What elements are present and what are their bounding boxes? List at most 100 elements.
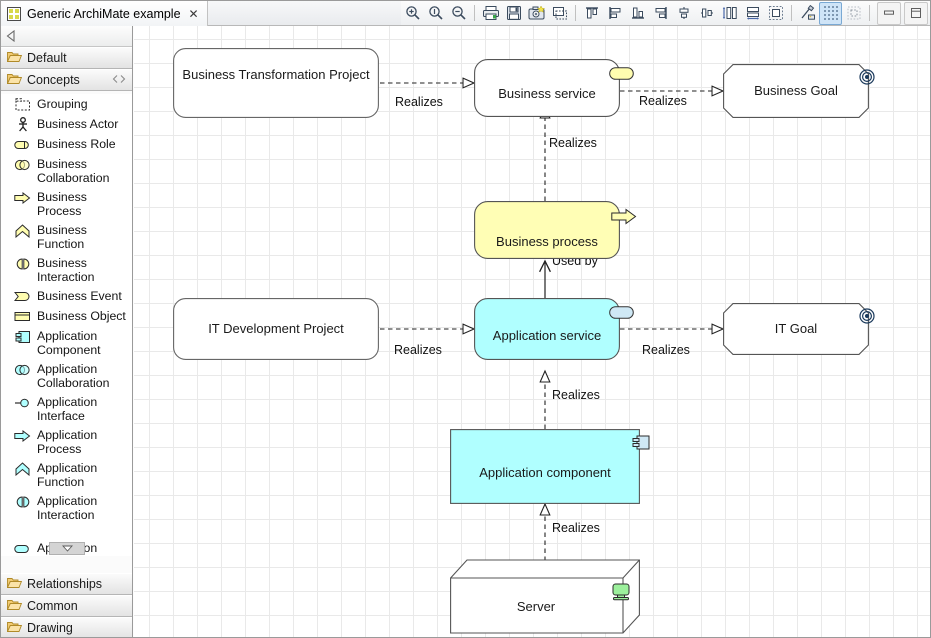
format-painter-icon[interactable] bbox=[796, 2, 819, 25]
collapse-icon[interactable] bbox=[112, 73, 126, 87]
zoom-normal-icon[interactable] bbox=[424, 2, 447, 25]
minimize-button[interactable] bbox=[877, 1, 901, 25]
fill-color-icon[interactable] bbox=[548, 2, 571, 25]
editor-tab-label: Generic ArchiMate example bbox=[27, 6, 181, 21]
node-label: Business Goal bbox=[754, 83, 838, 98]
match-width-icon[interactable] bbox=[741, 2, 764, 25]
edge-label-realizes-2: Realizes bbox=[639, 94, 687, 108]
node-label: IT Goal bbox=[774, 321, 818, 336]
sidebar-item-application-component[interactable]: Application Component bbox=[1, 326, 132, 359]
sidebar-item-label: Application Component bbox=[37, 329, 101, 357]
palette-section-common[interactable]: Common bbox=[1, 595, 132, 617]
grouping-icon bbox=[14, 97, 31, 112]
node-application-component[interactable]: Application component bbox=[450, 429, 650, 504]
node-label: Application service bbox=[492, 328, 602, 343]
business-object-icon bbox=[14, 309, 31, 324]
toolbar-separator bbox=[575, 5, 576, 21]
toolbar-separator bbox=[869, 5, 870, 21]
node-business-service[interactable]: Business service bbox=[474, 59, 634, 117]
sidebar-item-label: Business Collaboration bbox=[37, 157, 110, 185]
sidebar-item-business-actor[interactable]: Business Actor bbox=[1, 114, 132, 134]
match-height-icon[interactable] bbox=[718, 2, 741, 25]
node-application-service[interactable]: Application service bbox=[474, 298, 634, 360]
toolbar-separator bbox=[474, 5, 475, 21]
align-top-icon[interactable] bbox=[580, 2, 603, 25]
palette-section-relationships[interactable]: Relationships bbox=[1, 573, 132, 595]
palette-section-drawing[interactable]: Drawing bbox=[1, 617, 132, 637]
node-business-goal[interactable]: Business Goal bbox=[723, 64, 875, 118]
top-bar: Generic ArchiMate example ✕ bbox=[1, 1, 930, 26]
edge-label-realizes-5: Realizes bbox=[642, 343, 690, 357]
sidebar-item-business-object[interactable]: Business Object bbox=[1, 306, 132, 326]
edge-label-realizes-1: Realizes bbox=[395, 95, 443, 109]
zoom-in-icon[interactable] bbox=[401, 2, 424, 25]
folder-icon bbox=[6, 599, 23, 614]
toolbar bbox=[401, 1, 930, 25]
application-service-icon bbox=[14, 541, 31, 556]
sidebar-item-business-collaboration[interactable]: Business Collaboration bbox=[1, 154, 132, 187]
application-interface-icon bbox=[14, 395, 31, 410]
palette-scroll-down-button[interactable] bbox=[49, 542, 85, 555]
application-interaction-icon bbox=[14, 494, 31, 509]
edge-label-realizes-6: Realizes bbox=[552, 388, 600, 402]
sidebar-item-business-event[interactable]: Business Event bbox=[1, 286, 132, 306]
sidebar-item-application-function[interactable]: Application Function bbox=[1, 458, 132, 491]
default-size-icon[interactable] bbox=[764, 2, 787, 25]
palette-item-list[interactable]: Grouping Business Actor Business Role Bu… bbox=[1, 94, 132, 556]
business-event-icon bbox=[14, 289, 31, 304]
node-it-goal[interactable]: IT Goal bbox=[723, 303, 875, 355]
folder-icon bbox=[6, 621, 23, 636]
export-image-icon[interactable] bbox=[525, 2, 548, 25]
folder-icon bbox=[6, 51, 23, 66]
sidebar-item-application-process[interactable]: Application Process bbox=[1, 425, 132, 458]
palette-section-default[interactable]: Default bbox=[1, 47, 132, 69]
sidebar-item-business-function[interactable]: Business Function bbox=[1, 220, 132, 253]
folder-icon bbox=[6, 73, 23, 88]
align-center-icon[interactable] bbox=[672, 2, 695, 25]
sidebar-item-label: Business Role bbox=[37, 137, 116, 151]
sidebar-item-business-role[interactable]: Business Role bbox=[1, 134, 132, 154]
node-label: Business service bbox=[498, 86, 596, 101]
diagram-canvas[interactable]: Realizes Realizes Realizes Used by Reali… bbox=[134, 26, 930, 637]
business-interaction-icon bbox=[14, 256, 31, 271]
sidebar-item-application-interface[interactable]: Application Interface bbox=[1, 392, 132, 425]
palette-section-concepts[interactable]: Concepts bbox=[1, 69, 132, 91]
sidebar-item-business-interaction[interactable]: Business Interaction bbox=[1, 253, 132, 286]
application-function-icon bbox=[14, 461, 31, 476]
zoom-out-icon[interactable] bbox=[447, 2, 470, 25]
palette-section-label: Relationships bbox=[27, 577, 103, 591]
print-icon[interactable] bbox=[479, 2, 502, 25]
tab-bar-filler bbox=[207, 1, 401, 25]
close-icon[interactable]: ✕ bbox=[189, 8, 199, 20]
palette-section-default-label: Default bbox=[27, 51, 67, 65]
sidebar-item-application-interaction[interactable]: Application Interaction bbox=[1, 491, 132, 524]
align-left-icon[interactable] bbox=[603, 2, 626, 25]
sidebar-item-application-collaboration[interactable]: Application Collaboration bbox=[1, 359, 132, 392]
node-it-development-project[interactable]: IT Development Project bbox=[173, 298, 379, 360]
save-icon[interactable] bbox=[502, 2, 525, 25]
business-collaboration-icon bbox=[14, 157, 31, 172]
business-process-icon bbox=[14, 190, 31, 205]
sidebar-item-label: Application Process bbox=[37, 428, 98, 456]
align-middle-icon[interactable] bbox=[695, 2, 718, 25]
node-server[interactable]: Server bbox=[450, 553, 640, 637]
sidebar-item-label: Business Process bbox=[37, 190, 87, 218]
sidebar-item-business-process[interactable]: Business Process bbox=[1, 187, 132, 220]
application-component-icon bbox=[14, 329, 31, 344]
business-role-icon bbox=[14, 137, 31, 152]
node-business-process[interactable]: Business process bbox=[474, 201, 637, 259]
snap-to-grid-icon[interactable] bbox=[842, 2, 865, 25]
node-business-transformation-project[interactable]: Business Transformation Project bbox=[173, 48, 379, 118]
align-right-icon[interactable] bbox=[649, 2, 672, 25]
editor-tab-generic-archimate-example[interactable]: Generic ArchiMate example ✕ bbox=[1, 1, 208, 26]
toggle-grid-icon[interactable] bbox=[819, 1, 842, 25]
palette-back-arrow[interactable] bbox=[1, 26, 132, 47]
sidebar-item-label: Application Interaction bbox=[37, 494, 98, 522]
business-function-icon bbox=[14, 223, 31, 238]
sidebar-item-grouping[interactable]: Grouping bbox=[1, 94, 132, 114]
align-bottom-icon[interactable] bbox=[626, 2, 649, 25]
application-collaboration-icon bbox=[14, 362, 31, 377]
node-label: Server bbox=[516, 599, 556, 614]
maximize-button[interactable] bbox=[904, 1, 928, 25]
palette-section-concepts-label: Concepts bbox=[27, 73, 80, 87]
